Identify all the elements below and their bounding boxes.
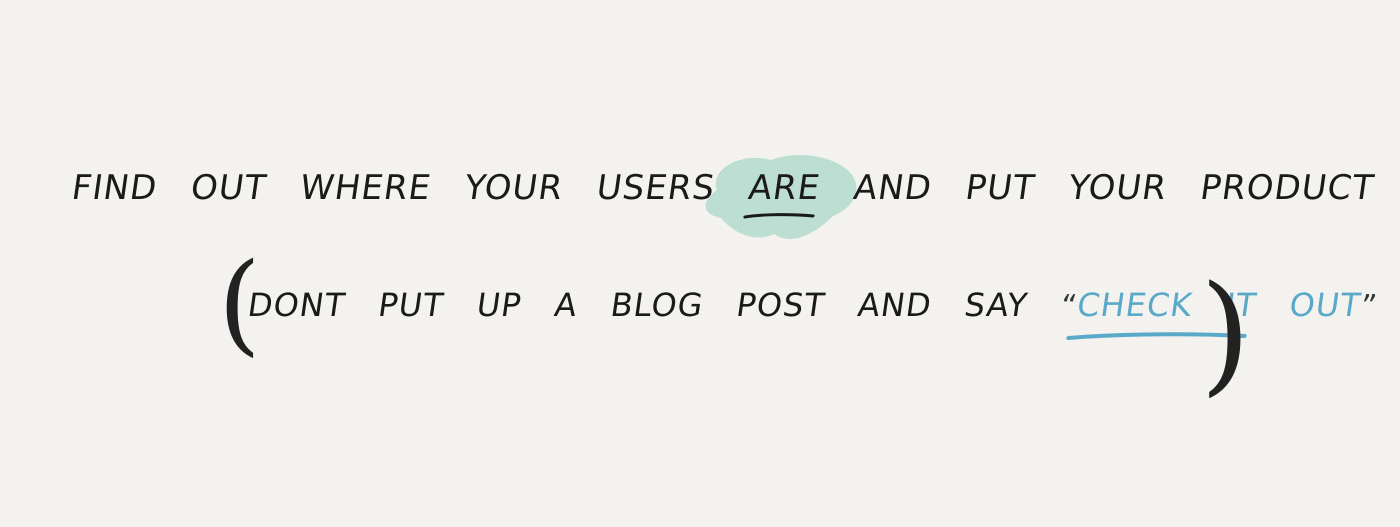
headline-part-1: Find out where your users (69, 168, 718, 208)
paper-texture (0, 0, 1400, 527)
line2-part-1: Dont put up a blog post and say (245, 286, 1031, 324)
sketch-canvas: Find out where your users ARE and put yo… (0, 0, 1400, 527)
emphasized-word-text: ARE (745, 168, 823, 208)
close-parenthesis: ) (1200, 257, 1251, 409)
emphasis-underline (743, 213, 815, 219)
headline-line-1: Find out where your users ARE and put yo… (69, 155, 1400, 239)
headline-part-2: and put your product there (851, 168, 1400, 208)
emphasized-word: ARE (705, 155, 857, 239)
